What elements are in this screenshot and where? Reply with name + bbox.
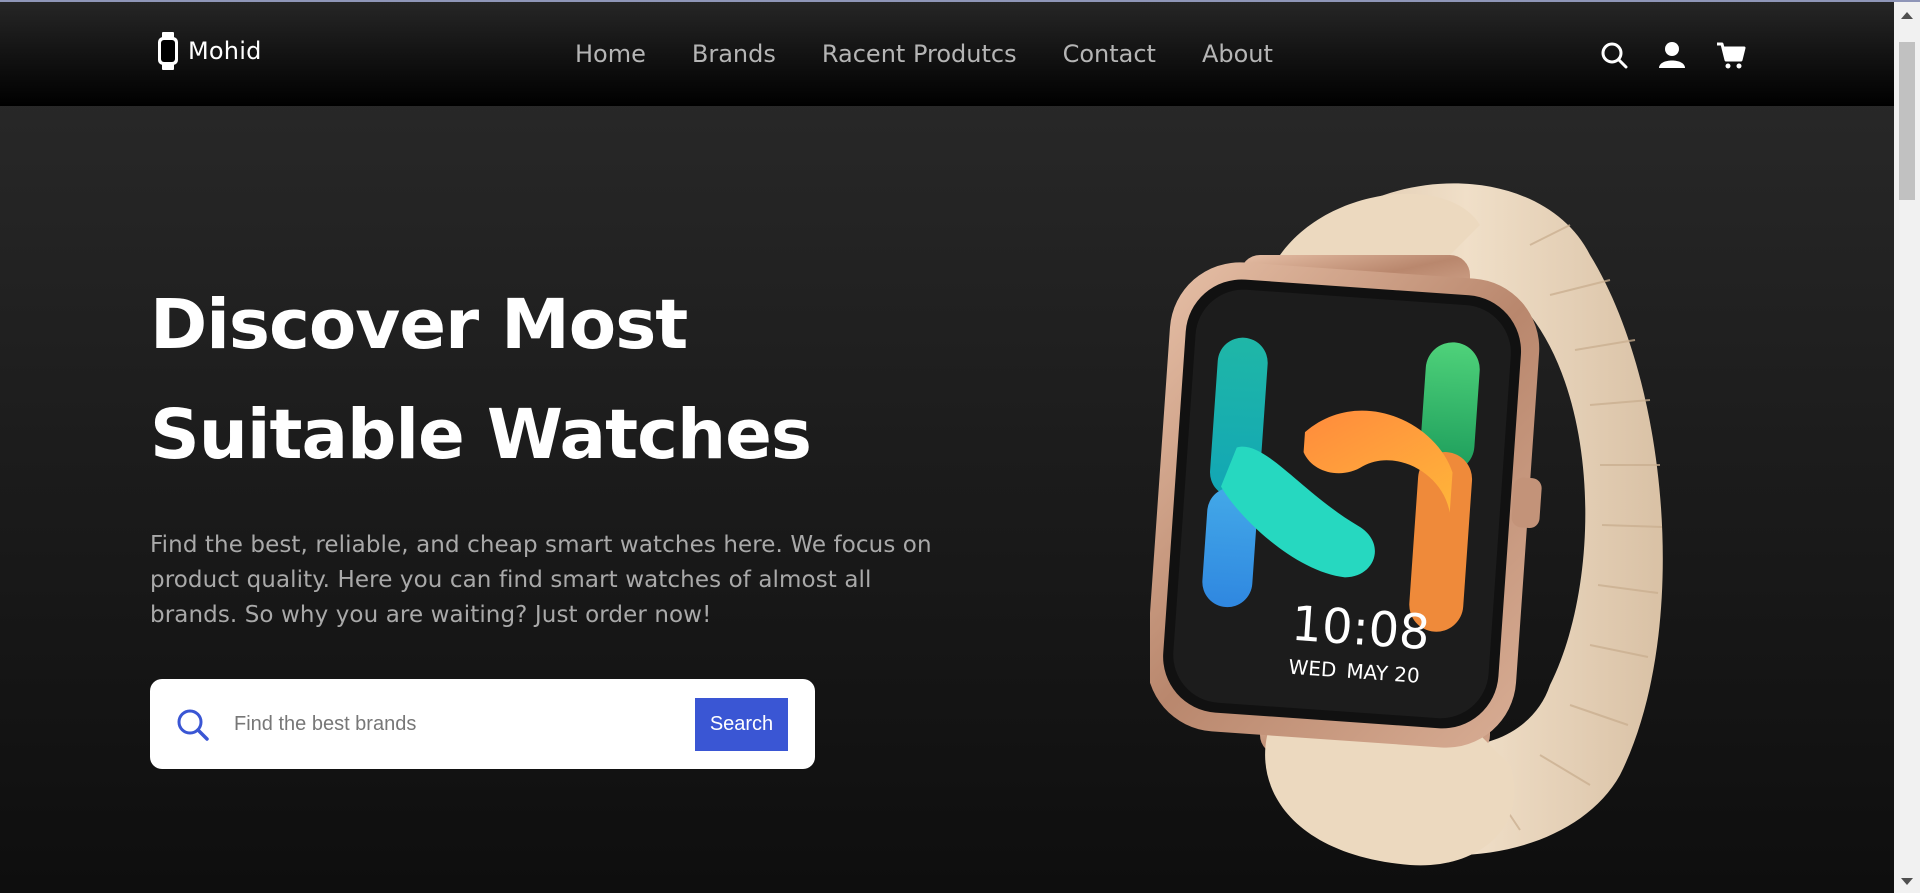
watch-day: WED bbox=[1288, 655, 1337, 682]
watch-icon bbox=[158, 32, 178, 70]
search-icon[interactable] bbox=[1600, 40, 1628, 70]
window-top-border bbox=[0, 0, 1920, 2]
nav-recent-products[interactable]: Racent Produtcs bbox=[822, 40, 1017, 68]
watch-date: MAY 20 bbox=[1346, 659, 1421, 688]
brand-logo[interactable]: Mohid bbox=[156, 32, 262, 70]
smartwatch-image: 10:08 WED MAY 20 bbox=[1150, 183, 1663, 866]
search-button[interactable]: Search bbox=[695, 698, 788, 751]
nav-brands[interactable]: Brands bbox=[692, 40, 776, 68]
main-nav: Home Brands Racent Produtcs Contact Abou… bbox=[575, 40, 1273, 68]
scroll-thumb[interactable] bbox=[1899, 42, 1915, 200]
scroll-up-arrow-icon[interactable] bbox=[1901, 12, 1913, 19]
nav-contact[interactable]: Contact bbox=[1063, 40, 1156, 68]
site-header: Mohid Home Brands Racent Produtcs Contac… bbox=[0, 2, 1894, 106]
vertical-scrollbar[interactable] bbox=[1894, 2, 1920, 893]
scroll-down-arrow-icon[interactable] bbox=[1901, 878, 1913, 885]
search-icon bbox=[177, 709, 209, 741]
page: Mohid Home Brands Racent Produtcs Contac… bbox=[0, 0, 1894, 893]
hero-title: Discover Most Suitable Watches bbox=[150, 270, 812, 490]
hero-description: Find the best, reliable, and cheap smart… bbox=[150, 532, 932, 628]
brand-name: Mohid bbox=[188, 37, 262, 65]
hero-title-line-2: Suitable Watches bbox=[150, 395, 812, 475]
nav-about[interactable]: About bbox=[1202, 40, 1273, 68]
hero-title-line-1: Discover Most bbox=[150, 285, 688, 365]
nav-home[interactable]: Home bbox=[575, 40, 646, 68]
cart-icon[interactable] bbox=[1716, 40, 1746, 70]
watch-time: 10:08 bbox=[1290, 596, 1432, 662]
search-bar: Search bbox=[150, 679, 815, 769]
user-icon[interactable] bbox=[1658, 40, 1686, 70]
header-icons bbox=[1600, 40, 1746, 70]
